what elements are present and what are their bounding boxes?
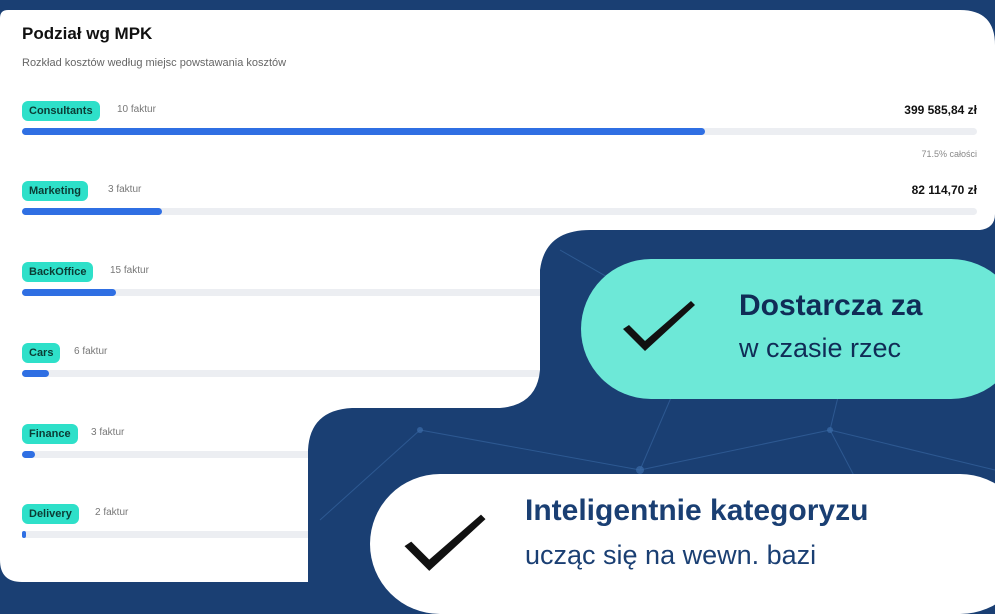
- feature-pill: Dostarcza za w czasie rzec: [581, 259, 995, 399]
- check-icon: [623, 301, 695, 351]
- feature-title: Inteligentnie kategoryzu: [525, 494, 869, 527]
- feature-text: w czasie rzec: [739, 333, 902, 363]
- feature-text: ucząc się na wewn. bazi: [525, 540, 817, 570]
- feature-pill: Inteligentnie kategoryzu ucząc się na we…: [370, 474, 995, 614]
- feature-title: Dostarcza za: [739, 289, 923, 322]
- check-icon: [404, 514, 486, 571]
